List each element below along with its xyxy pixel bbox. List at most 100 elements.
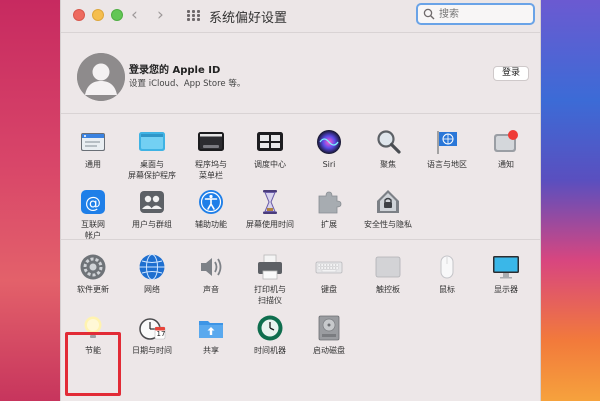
user-silhouette-icon <box>77 53 125 101</box>
pref-language-region[interactable]: 语言与地区 <box>417 128 477 170</box>
minimize-button[interactable] <box>92 9 104 21</box>
svg-text:@: @ <box>85 193 101 212</box>
pref-date-time[interactable]: 17 日期与时间 <box>122 314 182 356</box>
software-update-icon <box>79 253 107 281</box>
pref-sharing[interactable]: 共享 <box>181 314 241 356</box>
siri-icon <box>315 128 343 156</box>
title-bar: ‹ › 系统偏好设置 <box>61 0 540 32</box>
pref-security-privacy[interactable]: 安全性与隐私 <box>358 188 418 230</box>
extensions-icon <box>315 188 343 216</box>
search-input[interactable] <box>439 7 529 21</box>
pref-label: 扩展 <box>321 220 337 229</box>
time-machine-icon <box>256 314 284 342</box>
printers-scanners-icon <box>256 253 284 281</box>
pref-label: 安全性与隐私 <box>364 220 412 229</box>
pref-label: 屏幕使用时间 <box>246 220 294 229</box>
desktop-wallpaper-left <box>0 0 60 401</box>
pref-label: 显示器 <box>494 285 518 294</box>
startup-disk-icon <box>315 314 343 342</box>
pref-desktop-screensaver[interactable]: 桌面与 屏幕保护程序 <box>122 128 182 181</box>
accessibility-icon <box>197 188 225 216</box>
pref-screen-time[interactable]: 屏幕使用时间 <box>240 188 300 230</box>
pref-label: 桌面与 屏幕保护程序 <box>128 160 176 180</box>
mission-control-icon <box>256 128 284 156</box>
window-title: 系统偏好设置 <box>209 11 288 26</box>
pref-siri[interactable]: Siri <box>299 128 359 170</box>
desktop-wallpaper-right <box>540 0 600 401</box>
desktop-screensaver-icon <box>138 128 166 156</box>
pref-label: 语言与地区 <box>427 160 467 169</box>
pref-mission-control[interactable]: 调度中心 <box>240 128 300 170</box>
pref-label: 共享 <box>203 346 219 355</box>
pref-label: 程序坞与 菜单栏 <box>195 160 227 180</box>
keyboard-icon <box>315 253 343 281</box>
pref-label: 时间机器 <box>254 346 286 355</box>
pref-spotlight[interactable]: 聚焦 <box>358 128 418 170</box>
users-groups-icon <box>138 188 166 216</box>
pref-users-groups[interactable]: 用户与群组 <box>122 188 182 230</box>
login-button[interactable]: 登录 <box>493 66 529 81</box>
pref-label: Siri <box>322 160 336 169</box>
pref-label: 声音 <box>203 285 219 294</box>
network-icon <box>138 253 166 281</box>
dock-menubar-icon <box>197 128 225 156</box>
forward-icon[interactable]: › <box>157 5 164 25</box>
pref-time-machine[interactable]: 时间机器 <box>240 314 300 356</box>
displays-icon <box>492 253 520 281</box>
energy-saver-highlight-box <box>65 332 121 396</box>
spotlight-icon <box>374 128 402 156</box>
pref-label: 鼠标 <box>439 285 455 294</box>
pref-extensions[interactable]: 扩展 <box>299 188 359 230</box>
pref-sound[interactable]: 声音 <box>181 253 241 295</box>
pref-startup-disk[interactable]: 启动磁盘 <box>299 314 359 356</box>
search-field[interactable] <box>416 3 535 25</box>
sharing-icon <box>197 314 225 342</box>
pref-label: 通用 <box>85 160 101 169</box>
pref-label: 互联网 帐户 <box>81 220 105 240</box>
general-icon <box>79 128 107 156</box>
pref-label: 辅助功能 <box>195 220 227 229</box>
notifications-icon <box>492 128 520 156</box>
pref-notifications[interactable]: 通知 <box>476 128 536 170</box>
apple-id-title: 登录您的 Apple ID <box>129 65 221 76</box>
pref-trackpad[interactable]: 触控板 <box>358 253 418 295</box>
pref-internet-accounts[interactable]: @ 互联网 帐户 <box>63 188 123 241</box>
system-preferences-window: ‹ › 系统偏好设置 登录您的 Apple ID 设置 iCloud、App S… <box>60 0 541 401</box>
screen-time-icon <box>256 188 284 216</box>
security-privacy-icon <box>374 188 402 216</box>
show-all-grid-icon[interactable] <box>187 10 200 21</box>
pref-network[interactable]: 网络 <box>122 253 182 295</box>
pref-label: 触控板 <box>376 285 400 294</box>
pref-label: 通知 <box>498 160 514 169</box>
language-region-icon <box>433 128 461 156</box>
close-button[interactable] <box>73 9 85 21</box>
pref-printers-scanners[interactable]: 打印机与 扫描仪 <box>240 253 300 306</box>
pref-keyboard[interactable]: 键盘 <box>299 253 359 295</box>
avatar[interactable] <box>77 53 125 101</box>
apple-id-subtitle: 设置 iCloud、App Store 等。 <box>129 79 246 89</box>
search-icon <box>423 8 435 20</box>
pref-general[interactable]: 通用 <box>63 128 123 170</box>
zoom-button[interactable] <box>111 9 123 21</box>
personal-preferences-section: 通用 桌面与 屏幕保护程序 程序坞与 菜单栏 调度中心 Siri 聚焦 语言与地… <box>61 113 540 241</box>
pref-dock-menubar[interactable]: 程序坞与 菜单栏 <box>181 128 241 181</box>
hardware-preferences-section: 软件更新 网络 声音 打印机与 扫描仪 键盘 触控板 鼠标 显示器 节能 17 … <box>61 239 540 399</box>
pref-mouse[interactable]: 鼠标 <box>417 253 477 295</box>
pref-software-update[interactable]: 软件更新 <box>63 253 123 295</box>
mouse-icon <box>433 253 461 281</box>
sound-icon <box>197 253 225 281</box>
pref-displays[interactable]: 显示器 <box>476 253 536 295</box>
pref-label: 软件更新 <box>77 285 109 294</box>
calendar-day: 17 <box>156 330 166 338</box>
pref-label: 聚焦 <box>380 160 396 169</box>
apple-id-section[interactable]: 登录您的 Apple ID 设置 iCloud、App Store 等。 登录 <box>61 33 540 113</box>
pref-label: 调度中心 <box>254 160 286 169</box>
pref-label: 网络 <box>144 285 160 294</box>
pref-accessibility[interactable]: 辅助功能 <box>181 188 241 230</box>
date-time-icon: 17 <box>138 314 166 342</box>
pref-label: 键盘 <box>321 285 337 294</box>
back-icon[interactable]: ‹ <box>131 5 138 25</box>
pref-label: 日期与时间 <box>132 346 172 355</box>
pref-label: 打印机与 扫描仪 <box>254 285 286 305</box>
trackpad-icon <box>374 253 402 281</box>
